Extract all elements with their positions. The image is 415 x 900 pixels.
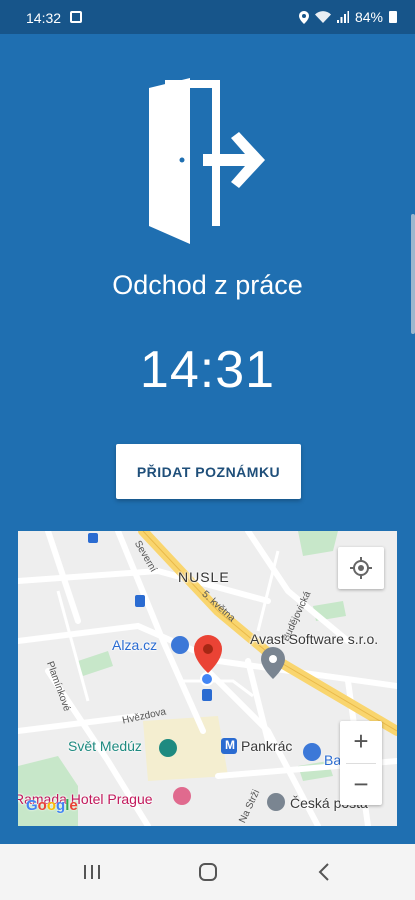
battery-percent: 84%: [354, 9, 383, 25]
bus-stop-icon: [202, 689, 212, 701]
poi-label-pankrac[interactable]: Pankrác: [241, 738, 292, 754]
home-button[interactable]: [188, 858, 228, 886]
hotel-poi-icon: [173, 787, 191, 805]
my-location-icon: [350, 557, 372, 579]
mall-area: [143, 716, 228, 781]
bus-stop-icon: [135, 595, 145, 607]
zoom-in-button[interactable]: +: [340, 721, 382, 763]
tram-stop-icon: [88, 533, 98, 543]
zoom-controls: + −: [340, 721, 382, 805]
page-title: Odchod z práce: [112, 270, 303, 300]
poi-label-alza[interactable]: Alza.cz: [112, 637, 157, 653]
status-icons: 84%: [298, 9, 397, 25]
departure-time: 14:31: [139, 341, 276, 399]
exit-door-icon: [149, 78, 265, 244]
recent-apps-icon: [84, 865, 100, 879]
poi-label-avast[interactable]: Avast Software s.r.o.: [250, 631, 378, 647]
home-icon: [199, 863, 217, 881]
back-button[interactable]: [304, 858, 344, 886]
back-icon: [318, 863, 329, 881]
map-view[interactable]: NUSLE Severní 5. května Plamínkové Hvězd…: [18, 531, 397, 826]
main-screen: Odchod z práce 14:31 PŘIDAT POZNÁMKU NUS…: [0, 34, 415, 844]
current-location-dot: [200, 672, 214, 686]
signal-icon: [336, 11, 349, 23]
google-logo: Google: [26, 797, 78, 814]
wifi-icon: [314, 11, 331, 23]
location-icon: [298, 10, 309, 24]
add-note-button[interactable]: PŘIDAT POZNÁMKU: [116, 444, 301, 499]
status-bar: 14:32 84%: [0, 0, 415, 34]
poi-label-svet-meduz[interactable]: Svět Medúz: [68, 738, 142, 754]
my-location-button[interactable]: [338, 547, 384, 589]
battery-icon: [389, 11, 397, 23]
zoom-out-button[interactable]: −: [340, 763, 382, 805]
recent-apps-button[interactable]: [72, 858, 112, 886]
map-area-label: NUSLE: [178, 569, 230, 585]
system-nav-bar: [0, 844, 415, 900]
post-poi-icon: [267, 793, 285, 811]
shop-poi-icon: [303, 743, 321, 761]
status-time: 14:32: [26, 10, 62, 26]
shop-poi-icon: [171, 636, 189, 654]
aquarium-poi-icon: [159, 739, 177, 757]
notification-icon: [70, 11, 82, 23]
metro-letter: M: [225, 738, 235, 752]
